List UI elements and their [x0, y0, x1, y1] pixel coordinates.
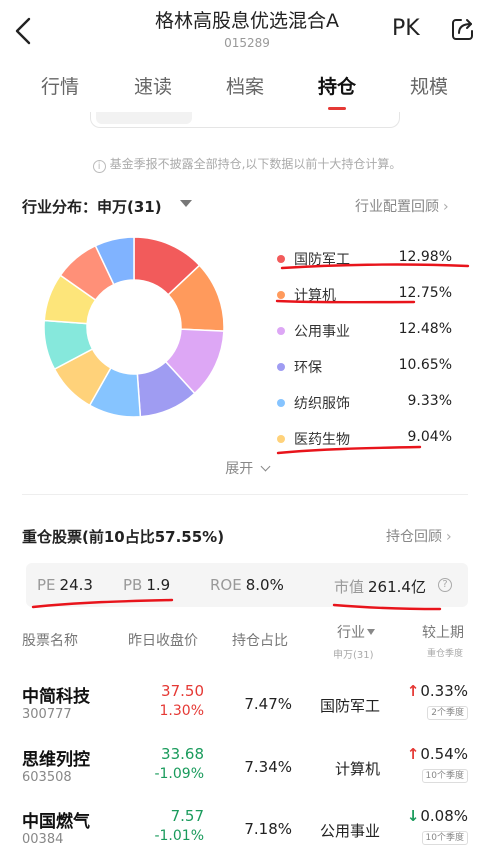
quarter-change: ↓0.08% — [406, 807, 468, 825]
tab-quick-read[interactable]: 速读 — [113, 72, 193, 99]
stock-industry: 公用事业 — [319, 822, 380, 840]
industry-distribution-title: 行业分布：申万(31) — [22, 198, 162, 216]
pb-metric: PB 1.9 — [123, 576, 171, 594]
arrow-up-icon: ↑ — [406, 745, 420, 763]
industry-standard-dropdown-icon[interactable] — [180, 200, 192, 207]
tab-market[interactable]: 行情 — [20, 72, 100, 99]
dropdown-arrow-icon — [367, 629, 375, 635]
share-button[interactable] — [450, 16, 476, 42]
column-header-industry[interactable]: 行业 — [337, 622, 375, 642]
column-header-industry-sub: 申万(31) — [333, 650, 374, 661]
stock-industry: 国防军工 — [319, 697, 380, 715]
legend-item[interactable]: 计算机 12.75% — [0, 283, 494, 309]
tab-profile[interactable]: 档案 — [205, 72, 285, 99]
pk-button[interactable]: PK — [392, 16, 420, 41]
legend-item[interactable]: 医药生物 9.04% — [0, 427, 494, 453]
quarter-change: ↑0.33% — [406, 682, 468, 700]
price-change: -1.01% — [154, 828, 204, 844]
roe-metric: ROE 8.0% — [210, 576, 284, 594]
top-holdings-title: 重仓股票(前10占比57.55%) — [22, 528, 225, 546]
legend-value: 12.98% — [398, 249, 452, 265]
quarters-badge: 10个季度 — [421, 831, 468, 845]
legend-value: 12.75% — [398, 285, 452, 301]
holding-weight: 7.18% — [244, 820, 292, 838]
holding-weight: 7.47% — [244, 695, 292, 713]
stock-name: 中简科技 — [22, 687, 90, 707]
market-cap-metric: 市值 261.4亿 — [334, 578, 426, 596]
column-header-change: 较上期 — [422, 625, 464, 641]
legend-label: 国防军工 — [294, 252, 350, 268]
arrow-down-icon: ↓ — [406, 807, 420, 825]
app-header: 格林高股息优选混合A 015289 PK — [0, 0, 494, 62]
legend-item[interactable]: 纺织服饰 9.33% — [0, 391, 494, 417]
quarters-badge: 2个季度 — [427, 706, 468, 720]
chevron-right-icon: › — [443, 199, 449, 215]
table-row[interactable]: 思维列控 603508 33.68 -1.09% 7.34% 计算机 ↑0.54… — [0, 745, 494, 807]
price-change: -1.09% — [154, 766, 204, 782]
stock-code: 300777 — [22, 707, 72, 722]
column-header-change-sub: 重仓季度 — [427, 649, 464, 659]
legend-value: 12.48% — [398, 321, 452, 337]
legend-value: 9.33% — [407, 393, 452, 409]
pe-metric: PE 24.3 — [37, 576, 93, 594]
section-divider — [22, 494, 468, 495]
tab-holdings[interactable]: 持仓 — [297, 72, 377, 99]
quarters-badge: 10个季度 — [421, 769, 468, 783]
column-header-name: 股票名称 — [22, 633, 78, 649]
legend-label: 环保 — [294, 360, 322, 376]
table-row[interactable]: 中简科技 300777 37.50 1.30% 7.47% 国防军工 ↑0.33… — [0, 682, 494, 744]
tab-bar: 行情 速读 档案 持仓 规模 — [0, 72, 494, 112]
expand-button[interactable]: 展开 — [0, 458, 494, 478]
stock-code: 00384 — [22, 832, 64, 847]
stock-name: 中国燃气 — [22, 812, 90, 832]
disclosure-notice: i 基金季报不披露全部持仓,以下数据以前十大持仓计算。 — [0, 155, 494, 173]
share-icon — [452, 19, 473, 40]
quarter-change: ↑0.54% — [406, 745, 468, 763]
holdings-review-link[interactable]: 持仓回顾 › — [386, 526, 452, 546]
legend-item[interactable]: 环保 10.65% — [0, 355, 494, 381]
chevron-down-icon — [260, 461, 271, 472]
stock-name: 思维列控 — [22, 750, 90, 770]
stock-code: 603508 — [22, 770, 72, 785]
info-icon: i — [92, 160, 106, 173]
close-price: 33.68 — [161, 745, 204, 763]
valuation-metrics-bar: PE 24.3 PB 1.9 ROE 8.0% 市值 261.4亿 ? — [26, 563, 468, 607]
table-row[interactable]: 中国燃气 00384 7.57 -1.01% 7.18% 公用事业 ↓0.08%… — [0, 807, 494, 850]
legend-swatch — [277, 255, 285, 263]
segment-selected-edge — [96, 112, 192, 124]
column-header-weight: 持仓占比 — [232, 633, 288, 649]
tab-scale[interactable]: 规模 — [389, 72, 469, 99]
holding-weight: 7.34% — [244, 758, 292, 776]
legend-value: 9.04% — [407, 429, 452, 445]
price-change: 1.30% — [159, 703, 204, 719]
legend-label: 纺织服饰 — [294, 396, 350, 412]
column-header-price: 昨日收盘价 — [128, 633, 198, 649]
legend-swatch — [277, 435, 285, 443]
close-price: 37.50 — [161, 682, 204, 700]
legend-value: 10.65% — [398, 357, 452, 373]
industry-config-review-link[interactable]: 行业配置回顾 › — [355, 196, 449, 216]
legend-item[interactable]: 国防军工 12.98% — [0, 247, 494, 273]
market-cap-info-icon[interactable]: ? — [438, 578, 452, 592]
legend-item[interactable]: 公用事业 12.48% — [0, 319, 494, 345]
legend-swatch — [277, 363, 285, 371]
legend-swatch — [277, 399, 285, 407]
close-price: 7.57 — [170, 807, 204, 825]
chevron-right-icon: › — [446, 529, 452, 545]
stock-industry: 计算机 — [334, 760, 380, 778]
active-tab-indicator — [328, 107, 346, 110]
arrow-up-icon: ↑ — [406, 682, 420, 700]
legend-label: 医药生物 — [294, 432, 350, 448]
legend-label: 计算机 — [294, 288, 336, 304]
legend-swatch — [277, 327, 285, 335]
legend-swatch — [277, 291, 285, 299]
legend-label: 公用事业 — [294, 324, 350, 340]
